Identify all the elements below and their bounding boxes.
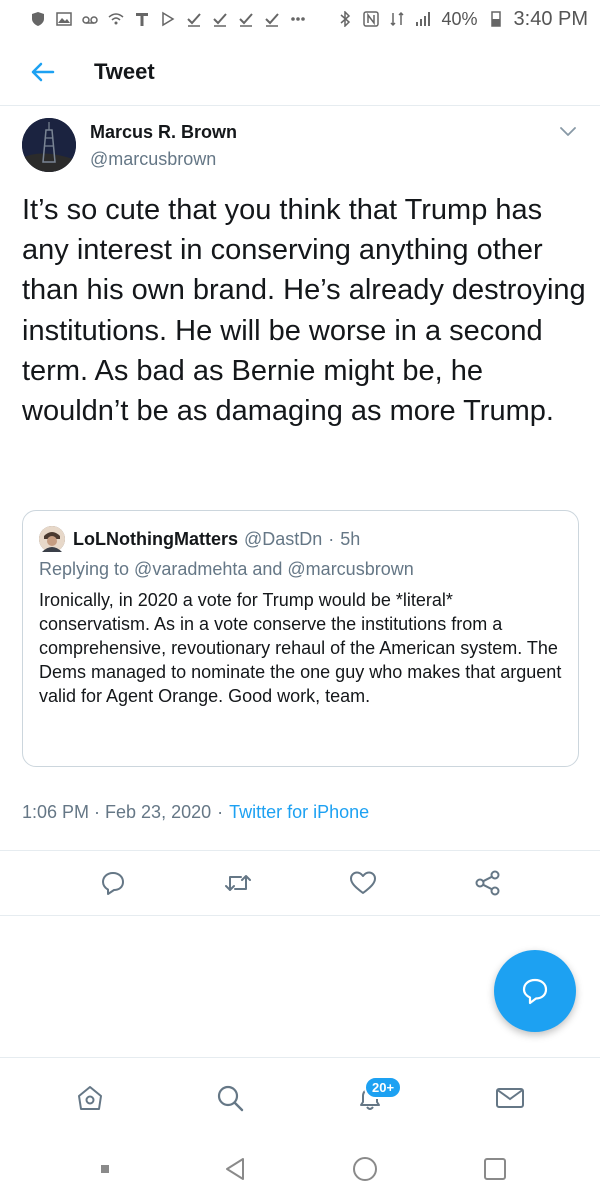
t-mobile-icon — [136, 13, 148, 26]
system-back-button[interactable] — [210, 1144, 260, 1194]
reply-button[interactable] — [90, 860, 136, 906]
share-button[interactable] — [465, 860, 511, 906]
signal-icon — [416, 12, 431, 26]
avatar[interactable] — [22, 118, 76, 172]
home-icon — [78, 1085, 102, 1110]
quoted-tweet-card[interactable]: LoLNothingMatters @DastDn · 5h Replying … — [22, 510, 579, 767]
system-navigation — [0, 1137, 600, 1200]
nav-home[interactable] — [60, 1068, 120, 1128]
quoted-avatar-image — [39, 526, 65, 552]
back-button[interactable] — [12, 42, 72, 102]
battery-percent: 40% — [441, 8, 478, 29]
bottom-navigation: 20+ — [0, 1057, 600, 1137]
status-icons-left — [30, 11, 306, 27]
tweet-timestamp: 1:06 PM · Feb 23, 2020 — [22, 802, 212, 822]
like-button[interactable] — [340, 860, 386, 906]
share-icon — [475, 870, 499, 896]
compose-reply-fab[interactable] — [494, 950, 576, 1032]
tweet-client-link[interactable]: Twitter for iPhone — [229, 802, 369, 823]
quoted-tweet-text: Ironically, in 2020 a vote for Trump wou… — [39, 590, 562, 706]
small-square-icon — [101, 1164, 109, 1173]
heart-icon — [349, 871, 376, 894]
tweet-author: Marcus R. Brown @marcusbrown — [22, 118, 582, 178]
avatar-image — [22, 118, 76, 172]
checkmark-icon — [265, 13, 279, 27]
system-recents-button[interactable] — [470, 1144, 520, 1194]
triangle-back-icon — [226, 1157, 244, 1180]
tweet-actions — [0, 850, 600, 916]
quoted-author-name: LoLNothingMatters — [73, 528, 238, 549]
reply-icon — [101, 872, 124, 895]
notifications-badge: 20+ — [364, 1075, 403, 1099]
square-recents-icon — [484, 1157, 506, 1180]
quoted-tweet-time: 5h — [340, 528, 361, 549]
nfc-icon — [363, 11, 380, 27]
avatar — [39, 526, 65, 552]
nav-notifications[interactable]: 20+ — [340, 1068, 403, 1128]
system-recent-dot[interactable] — [80, 1144, 130, 1194]
checkmark-icon — [187, 13, 201, 27]
status-time: 3:40 PM — [513, 7, 588, 30]
author-names: Marcus R. Brown @marcusbrown — [90, 118, 237, 178]
author-handle[interactable]: @marcusbrown — [90, 149, 237, 170]
separator-dot: · — [217, 802, 224, 822]
nav-messages[interactable] — [480, 1068, 540, 1128]
circle-home-icon — [353, 1156, 377, 1181]
lte-icon — [390, 11, 405, 27]
nav-search[interactable] — [200, 1068, 260, 1128]
arrow-left-icon — [31, 62, 55, 81]
quoted-author-handle: @DastDn — [243, 528, 323, 549]
quoted-tweet-header: LoLNothingMatters @DastDn · 5h — [39, 525, 562, 553]
checkmark-icon — [213, 13, 227, 27]
replying-to: Replying to @varadmehta and @marcusbrown — [39, 559, 414, 579]
tweet-meta: 1:06 PM · Feb 23, 2020 · Twitter for iPh… — [22, 802, 369, 823]
image-icon — [56, 12, 72, 26]
author-name[interactable]: Marcus R. Brown — [90, 122, 237, 143]
retweet-button[interactable] — [215, 860, 261, 906]
system-home-button[interactable] — [340, 1144, 390, 1194]
page-title: Tweet — [94, 58, 155, 84]
wifi-question-icon — [108, 13, 124, 25]
play-store-icon — [162, 11, 175, 27]
separator-dot: · — [328, 528, 335, 549]
retweet-icon — [224, 875, 251, 891]
reply-bubble-icon — [522, 978, 548, 1005]
shield-icon — [32, 12, 44, 26]
chevron-down-icon — [560, 127, 576, 136]
battery-icon — [490, 11, 501, 27]
voicemail-icon — [82, 16, 98, 24]
status-bar: 40% 3:40 PM — [0, 0, 600, 38]
status-icons-right: 40% 3:40 PM — [337, 8, 588, 31]
bluetooth-icon — [340, 11, 351, 27]
more-dots-icon — [291, 17, 305, 21]
top-app-bar: Tweet — [0, 38, 600, 106]
checkmark-icon — [239, 13, 253, 27]
search-icon — [217, 1085, 244, 1111]
mail-icon — [496, 1087, 524, 1108]
tweet-options-button[interactable] — [554, 118, 582, 146]
tweet-text: It’s so cute that you think that Trump h… — [22, 194, 586, 428]
